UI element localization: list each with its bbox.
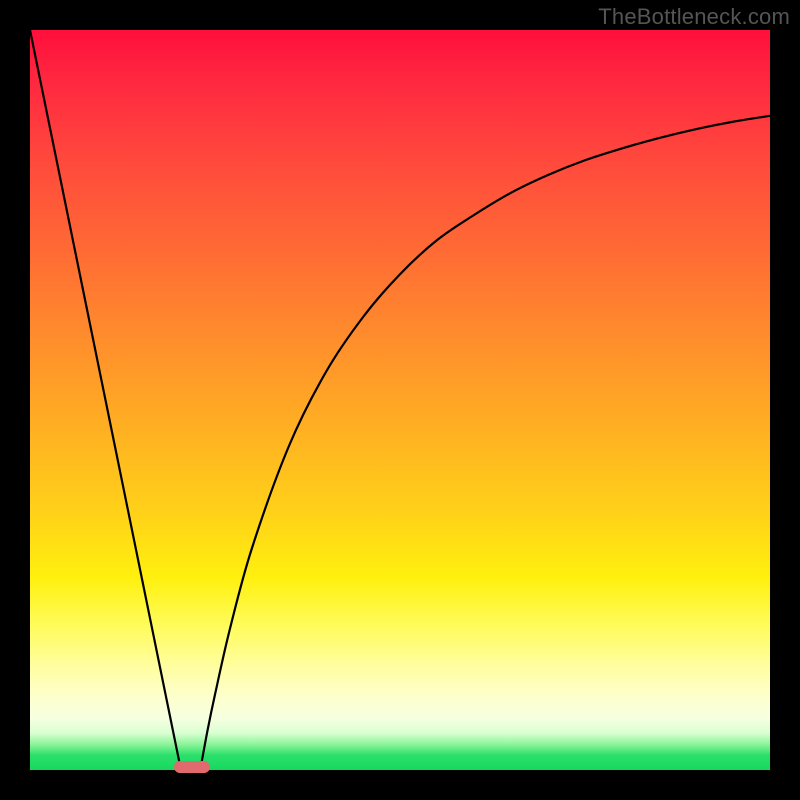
plot-area (30, 30, 770, 770)
curve-left-segment (30, 30, 181, 770)
optimum-marker (174, 761, 210, 773)
chart-frame: TheBottleneck.com (0, 0, 800, 800)
watermark-text: TheBottleneck.com (598, 4, 790, 30)
curve-right-segment (200, 116, 770, 770)
curve-layer (30, 30, 770, 770)
